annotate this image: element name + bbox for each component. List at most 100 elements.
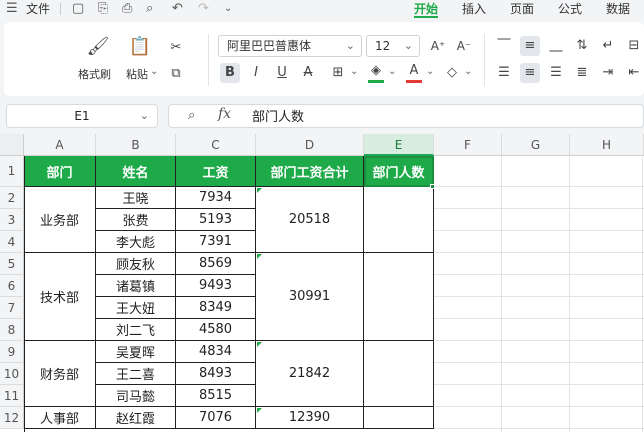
salary-cell[interactable]: 8493: [176, 363, 256, 385]
file-menu[interactable]: 文件: [26, 0, 50, 18]
spreadsheet-grid[interactable]: ABCDEFGH 1 2 3 4 5 6 7 8 9 10 11 12 部门 姓名 工资 部门工资合计 部门人…: [0, 134, 644, 432]
chevron-down-icon[interactable]: ⌄: [350, 66, 358, 77]
underline-icon[interactable]: U: [272, 63, 292, 83]
indent-icon[interactable]: ⇥: [598, 63, 618, 83]
department-count-cell[interactable]: [364, 407, 434, 429]
name-cell[interactable]: 王二喜: [96, 363, 176, 385]
row-header-12[interactable]: 12: [0, 407, 24, 429]
salary-cell[interactable]: 4834: [176, 341, 256, 363]
column-header-b[interactable]: B: [96, 134, 176, 156]
align-center-icon[interactable]: ≡: [520, 63, 540, 83]
clear-format-icon[interactable]: ◇: [442, 63, 462, 83]
name-box[interactable]: E1 ⌄: [6, 104, 158, 128]
font-name-select[interactable]: 阿里巴巴普惠体 ⌄: [218, 35, 362, 57]
name-cell[interactable]: 张费: [96, 209, 176, 231]
row-header-1[interactable]: 1: [0, 156, 24, 187]
chevron-down-icon[interactable]: ⌄: [224, 0, 232, 18]
row-header-6[interactable]: 6: [0, 275, 24, 297]
department-total-cell[interactable]: 30991: [256, 253, 364, 341]
merge-icon[interactable]: ⊟: [624, 36, 644, 56]
outdent-icon[interactable]: ⇤: [624, 63, 644, 83]
justify-icon[interactable]: ≣: [572, 63, 592, 83]
department-count-cell[interactable]: [364, 253, 434, 341]
header-cell[interactable]: 部门: [24, 156, 96, 187]
salary-cell[interactable]: 8349: [176, 297, 256, 319]
align-left-icon[interactable]: ☰: [494, 63, 514, 83]
name-cell[interactable]: 吴夏晖: [96, 341, 176, 363]
font-size-select[interactable]: 12 ⌄: [366, 35, 420, 57]
row-header-5[interactable]: 5: [0, 253, 24, 275]
name-cell[interactable]: 王大妞: [96, 297, 176, 319]
name-cell[interactable]: 诸葛镇: [96, 275, 176, 297]
column-header-d[interactable]: D: [256, 134, 364, 156]
column-header-e[interactable]: E: [364, 134, 434, 156]
print-icon[interactable]: ⎙: [122, 0, 132, 18]
name-cell[interactable]: 王晓: [96, 187, 176, 209]
chevron-down-icon[interactable]: ⌄: [426, 66, 434, 77]
align-right-icon[interactable]: ☰: [546, 63, 566, 83]
name-cell[interactable]: 赵红霞: [96, 407, 176, 429]
column-header-g[interactable]: G: [502, 134, 570, 156]
cut-icon[interactable]: ✂: [166, 38, 186, 58]
print-preview-icon[interactable]: ⌕: [146, 0, 153, 18]
decrease-font-icon[interactable]: A⁻: [454, 36, 474, 56]
paste-icon[interactable]: 📋: [128, 36, 152, 57]
export-pdf-icon[interactable]: ⎘: [98, 0, 108, 18]
align-middle-icon[interactable]: ≡: [520, 36, 540, 56]
formula-input[interactable]: [168, 104, 644, 128]
row-header-11[interactable]: 11: [0, 385, 24, 407]
tab-insert[interactable]: 插入: [462, 0, 486, 18]
tab-formula[interactable]: 公式: [558, 0, 582, 18]
menu-icon[interactable]: ☰: [6, 0, 18, 18]
format-painter-label[interactable]: 格式刷: [78, 66, 111, 82]
tab-page[interactable]: 页面: [510, 0, 534, 18]
zoom-icon[interactable]: ⌕: [188, 108, 195, 123]
name-cell[interactable]: 司马懿: [96, 385, 176, 407]
department-cell[interactable]: 财务部: [24, 341, 96, 407]
column-header-h[interactable]: H: [570, 134, 644, 156]
increase-font-icon[interactable]: A⁺: [428, 36, 448, 56]
salary-cell[interactable]: 5193: [176, 209, 256, 231]
department-total-cell[interactable]: 21842: [256, 341, 364, 407]
row-header-4[interactable]: 4: [0, 231, 24, 253]
chevron-down-icon[interactable]: ⌄: [150, 66, 158, 77]
name-cell[interactable]: 顾友秋: [96, 253, 176, 275]
fill-color-icon[interactable]: ◈: [366, 61, 386, 81]
header-cell[interactable]: 部门工资合计: [256, 156, 364, 187]
header-cell[interactable]: 姓名: [96, 156, 176, 187]
fx-icon[interactable]: fx: [218, 106, 231, 122]
salary-cell[interactable]: 7391: [176, 231, 256, 253]
format-painter-icon[interactable]: 🖌: [84, 36, 112, 57]
salary-cell[interactable]: 8569: [176, 253, 256, 275]
save-icon[interactable]: ▢: [72, 0, 84, 18]
salary-cell[interactable]: 4580: [176, 319, 256, 341]
text-direction-icon[interactable]: ⇅: [572, 36, 592, 56]
name-cell[interactable]: 李大彪: [96, 231, 176, 253]
department-count-cell[interactable]: [364, 341, 434, 407]
header-cell[interactable]: 工资: [176, 156, 256, 187]
row-header-9[interactable]: 9: [0, 341, 24, 363]
name-cell[interactable]: 刘二飞: [96, 319, 176, 341]
align-top-icon[interactable]: ⎺: [494, 36, 514, 56]
row-header-3[interactable]: 3: [0, 209, 24, 231]
chevron-down-icon[interactable]: ⌄: [464, 66, 472, 77]
chevron-down-icon[interactable]: ⌄: [388, 66, 396, 77]
paste-label[interactable]: 粘贴: [126, 66, 148, 82]
strikethrough-icon[interactable]: A: [298, 63, 318, 83]
department-cell[interactable]: 技术部: [24, 253, 96, 341]
department-cell[interactable]: 人事部: [24, 407, 96, 429]
department-cell[interactable]: 业务部: [24, 187, 96, 253]
row-header-8[interactable]: 8: [0, 319, 24, 341]
department-count-cell[interactable]: [364, 187, 434, 253]
tab-data[interactable]: 数据: [606, 0, 630, 18]
copy-icon[interactable]: ⧉: [166, 64, 186, 84]
department-total-cell[interactable]: 20518: [256, 187, 364, 253]
select-all-corner[interactable]: [0, 134, 24, 156]
salary-cell[interactable]: 9493: [176, 275, 256, 297]
salary-cell[interactable]: 7076: [176, 407, 256, 429]
wrap-text-icon[interactable]: ↵: [598, 36, 618, 56]
column-header-c[interactable]: C: [176, 134, 256, 156]
italic-icon[interactable]: I: [246, 63, 266, 83]
fill-handle[interactable]: [430, 184, 435, 189]
border-icon[interactable]: ⊞: [328, 63, 348, 83]
